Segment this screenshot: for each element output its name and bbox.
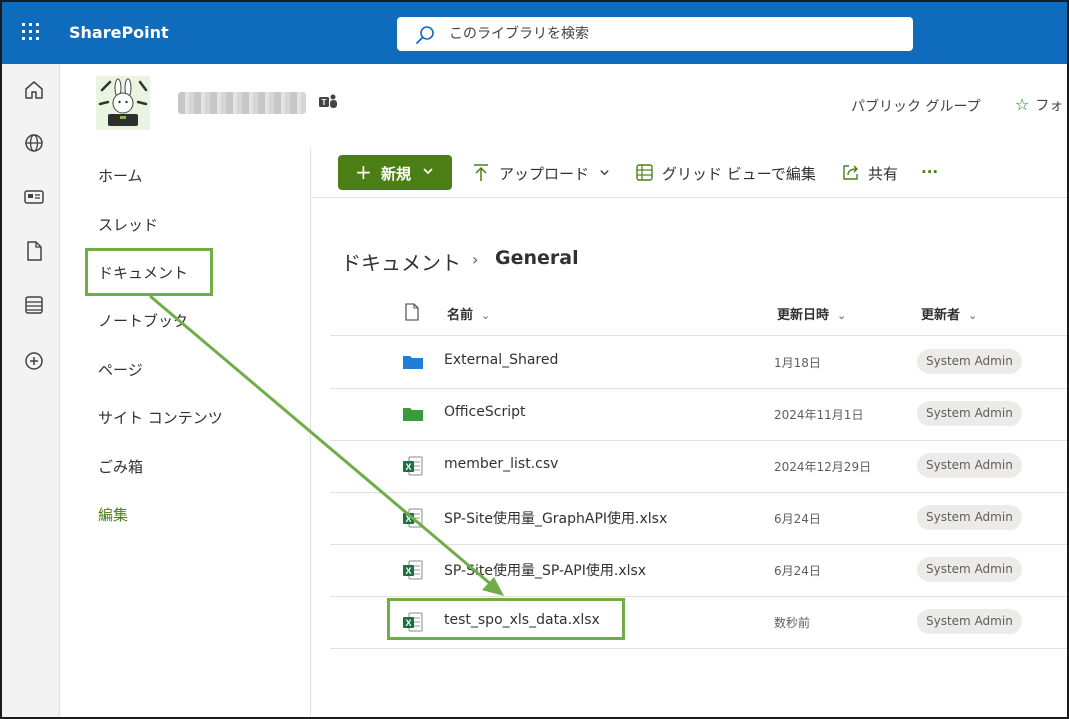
- teams-icon[interactable]: T: [318, 93, 338, 111]
- globe-icon[interactable]: [23, 132, 45, 154]
- follow-button[interactable]: ☆ フォ: [1015, 95, 1063, 115]
- chevron-down-icon: ⌄: [481, 309, 491, 322]
- new-button[interactable]: + 新規: [338, 155, 452, 190]
- left-navigation: ホーム スレッド ドキュメント ノートブック ページ サイト コンテンツ ごみ箱…: [61, 148, 311, 717]
- folder-icon: [403, 356, 423, 369]
- nav-item-threads[interactable]: スレッド: [98, 214, 158, 235]
- file-modified-by[interactable]: System Admin: [917, 557, 1022, 582]
- file-row[interactable]: OfficeScript 2024年11月1日 System Admin: [330, 389, 1069, 441]
- search-box[interactable]: [397, 17, 913, 51]
- file-modified: 6月24日: [774, 564, 821, 578]
- svg-text:X: X: [405, 618, 411, 628]
- search-input[interactable]: [449, 23, 889, 45]
- breadcrumb-root[interactable]: ドキュメント: [341, 247, 461, 276]
- search-icon: [416, 26, 434, 44]
- app-launcher-icon[interactable]: [22, 23, 42, 43]
- excel-file-icon: X: [403, 612, 423, 632]
- file-modified: 6月24日: [774, 512, 821, 526]
- breadcrumb-separator: ›: [472, 250, 479, 269]
- plus-icon: +: [355, 160, 372, 184]
- file-name[interactable]: OfficeScript: [444, 404, 525, 420]
- add-circle-icon[interactable]: [23, 350, 45, 372]
- file-row[interactable]: X SP-Site使用量_GraphAPI使用.xlsx 6月24日 Syste…: [330, 493, 1069, 545]
- chevron-down-icon: ⌄: [968, 309, 978, 322]
- file-modified-by[interactable]: System Admin: [917, 609, 1022, 634]
- share-icon: [843, 165, 858, 180]
- file-modified-by[interactable]: System Admin: [917, 453, 1022, 478]
- nav-item-documents[interactable]: ドキュメント: [98, 262, 188, 283]
- more-options-button[interactable]: ···: [921, 163, 938, 181]
- file-modified: 2024年11月1日: [774, 408, 864, 422]
- home-icon[interactable]: [23, 79, 45, 101]
- file-modified: 1月18日: [774, 356, 821, 370]
- column-header-modified[interactable]: 更新日時 ⌄: [777, 304, 846, 323]
- follow-label: フォ: [1035, 98, 1064, 114]
- file-modified-by[interactable]: System Admin: [917, 349, 1022, 374]
- excel-file-icon: X: [403, 560, 423, 580]
- upload-icon: [474, 164, 488, 181]
- star-icon: ☆: [1015, 95, 1030, 114]
- site-logo[interactable]: [96, 76, 150, 130]
- column-header-name[interactable]: 名前 ⌄: [447, 304, 490, 323]
- file-name[interactable]: SP-Site使用量_SP-API使用.xlsx: [444, 560, 646, 580]
- file-row[interactable]: X member_list.csv 2024年12月29日 System Adm…: [330, 441, 1069, 493]
- nav-item-site-contents[interactable]: サイト コンテンツ: [98, 407, 223, 428]
- lists-icon[interactable]: [23, 294, 45, 316]
- file-name[interactable]: External_Shared: [444, 352, 558, 368]
- file-row[interactable]: X test_spo_xls_data.xlsx 数秒前 System Admi…: [330, 597, 1069, 649]
- excel-file-icon: X: [403, 508, 423, 528]
- column-header-modified-by[interactable]: 更新者 ⌄: [921, 304, 977, 323]
- file-row[interactable]: External_Shared 1月18日 System Admin: [330, 337, 1069, 389]
- folder-icon: [403, 408, 423, 421]
- file-modified-by[interactable]: System Admin: [917, 505, 1022, 530]
- nav-item-pages[interactable]: ページ: [98, 359, 143, 380]
- file-name[interactable]: SP-Site使用量_GraphAPI使用.xlsx: [444, 508, 667, 528]
- file-row[interactable]: X SP-Site使用量_SP-API使用.xlsx 6月24日 System …: [330, 545, 1069, 597]
- excel-file-icon: X: [403, 456, 423, 476]
- nav-edit-link[interactable]: 編集: [98, 504, 128, 525]
- file-modified: 数秒前: [774, 616, 811, 630]
- nav-item-notebook[interactable]: ノートブック: [98, 310, 188, 331]
- news-icon[interactable]: [23, 186, 45, 208]
- brand-name[interactable]: SharePoint: [69, 23, 169, 42]
- file-type-icon[interactable]: [404, 303, 420, 321]
- svg-text:T: T: [322, 98, 327, 107]
- app-rail: [2, 64, 60, 717]
- svg-text:X: X: [405, 566, 411, 576]
- svg-text:X: X: [405, 514, 411, 524]
- file-modified: 2024年12月29日: [774, 460, 872, 474]
- chevron-down-icon: [423, 168, 433, 175]
- site-name-blurred: [178, 92, 306, 114]
- chevron-down-icon: [600, 170, 609, 176]
- file-name[interactable]: test_spo_xls_data.xlsx: [444, 612, 600, 628]
- breadcrumb-current: General: [495, 247, 579, 269]
- grid-icon: [636, 164, 653, 181]
- chevron-down-icon: ⌄: [837, 309, 847, 322]
- file-icon[interactable]: [23, 240, 45, 262]
- nav-item-recycle-bin[interactable]: ごみ箱: [98, 456, 143, 477]
- svg-text:X: X: [405, 462, 411, 472]
- file-modified-by[interactable]: System Admin: [917, 401, 1022, 426]
- public-group-label: パブリック グループ: [851, 99, 981, 115]
- nav-item-home[interactable]: ホーム: [98, 165, 143, 186]
- file-name[interactable]: member_list.csv: [444, 456, 558, 472]
- suite-bar: SharePoint: [0, 0, 1069, 64]
